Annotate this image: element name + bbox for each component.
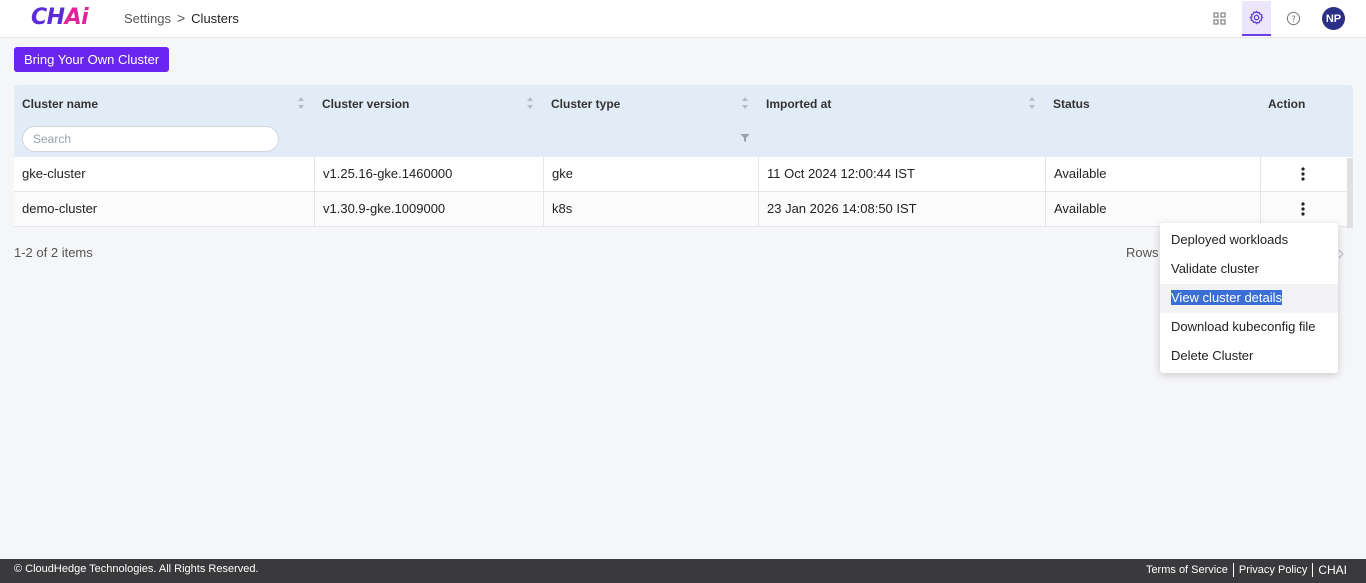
- kebab-menu-icon[interactable]: [1299, 166, 1307, 182]
- table-row[interactable]: demo-cluster v1.30.9-gke.1009000 k8s 23 …: [14, 192, 1353, 227]
- breadcrumb-settings[interactable]: Settings: [124, 11, 171, 26]
- cluster-action-menu: Deployed workloads Validate cluster View…: [1160, 223, 1338, 373]
- menu-item-download-kubeconfig[interactable]: Download kubeconfig file: [1160, 313, 1338, 342]
- sort-icon[interactable]: [297, 96, 305, 110]
- column-header-cluster-type[interactable]: Cluster type: [551, 97, 620, 111]
- table-header: Cluster name Cluster version Cluster typ…: [14, 85, 1353, 157]
- chai-logo[interactable]: CHAi: [31, 5, 89, 30]
- settings-gear-icon[interactable]: [1242, 1, 1271, 36]
- clusters-table: Cluster name Cluster version Cluster typ…: [14, 85, 1353, 228]
- table-body: gke-cluster v1.25.16-gke.1460000 gke 11 …: [14, 157, 1353, 227]
- breadcrumb-separator: >: [176, 10, 186, 26]
- cell-status: Available: [1045, 192, 1260, 226]
- cell-status: Available: [1045, 157, 1260, 191]
- footer-copyright: © CloudHedge Technologies. All Rights Re…: [14, 563, 259, 575]
- menu-item-label: View cluster details: [1171, 290, 1283, 305]
- breadcrumb-current: Clusters: [191, 10, 239, 26]
- menu-item-deployed-workloads[interactable]: Deployed workloads: [1160, 226, 1338, 255]
- cell-cluster-type: k8s: [543, 192, 758, 226]
- rows-per-page-label: Rows: [1126, 245, 1159, 260]
- cell-imported-at: 23 Jan 2026 14:08:50 IST: [758, 192, 1045, 226]
- column-header-cluster-name[interactable]: Cluster name: [22, 97, 98, 111]
- column-header-imported-at[interactable]: Imported at: [766, 97, 831, 111]
- kebab-menu-icon[interactable]: [1299, 201, 1307, 217]
- pagination-summary: 1-2 of 2 items: [14, 245, 93, 260]
- cell-cluster-version: v1.30.9-gke.1009000: [314, 192, 543, 226]
- sort-icon[interactable]: [526, 96, 534, 110]
- footer: © CloudHedge Technologies. All Rights Re…: [0, 559, 1366, 583]
- cell-cluster-name: demo-cluster: [22, 201, 98, 216]
- menu-item-delete-cluster[interactable]: Delete Cluster: [1160, 342, 1338, 371]
- sort-icon[interactable]: [741, 96, 749, 110]
- menu-item-view-cluster-details[interactable]: View cluster details: [1160, 284, 1338, 313]
- filter-icon[interactable]: [740, 133, 750, 143]
- top-icons: ? NP: [1205, 0, 1366, 37]
- column-header-status: Status: [1053, 97, 1090, 111]
- top-bar: CHAi Settings > Clusters ? NP: [0, 0, 1366, 38]
- sort-icon[interactable]: [1028, 96, 1036, 110]
- logo-text-accent: Ai: [64, 5, 89, 30]
- table-scrollbar[interactable]: [1347, 158, 1353, 228]
- help-icon[interactable]: ?: [1279, 2, 1308, 35]
- cell-cluster-type: gke: [543, 157, 758, 191]
- table-row[interactable]: gke-cluster v1.25.16-gke.1460000 gke 11 …: [14, 157, 1353, 192]
- apps-grid-icon[interactable]: [1205, 2, 1234, 35]
- breadcrumb: Settings > Clusters: [124, 10, 239, 26]
- footer-brand: CHAI: [1318, 563, 1347, 577]
- logo-text-main: CH: [31, 5, 65, 30]
- search-input[interactable]: [22, 126, 279, 152]
- cell-cluster-name: gke-cluster: [22, 166, 86, 181]
- terms-of-service-link[interactable]: Terms of Service: [1141, 564, 1233, 576]
- footer-links: Terms of Service Privacy Policy CHAI: [1141, 563, 1352, 577]
- column-header-cluster-version[interactable]: Cluster version: [322, 97, 409, 111]
- menu-item-validate-cluster[interactable]: Validate cluster: [1160, 255, 1338, 284]
- bring-your-own-cluster-button[interactable]: Bring Your Own Cluster: [14, 47, 170, 72]
- column-header-action: Action: [1268, 97, 1306, 111]
- cell-cluster-version: v1.25.16-gke.1460000: [314, 157, 543, 191]
- cell-imported-at: 11 Oct 2024 12:00:44 IST: [758, 157, 1045, 191]
- svg-text:?: ?: [1291, 14, 1295, 24]
- privacy-policy-link[interactable]: Privacy Policy: [1234, 564, 1312, 576]
- user-avatar[interactable]: NP: [1322, 7, 1345, 30]
- next-page-icon[interactable]: [1337, 249, 1345, 259]
